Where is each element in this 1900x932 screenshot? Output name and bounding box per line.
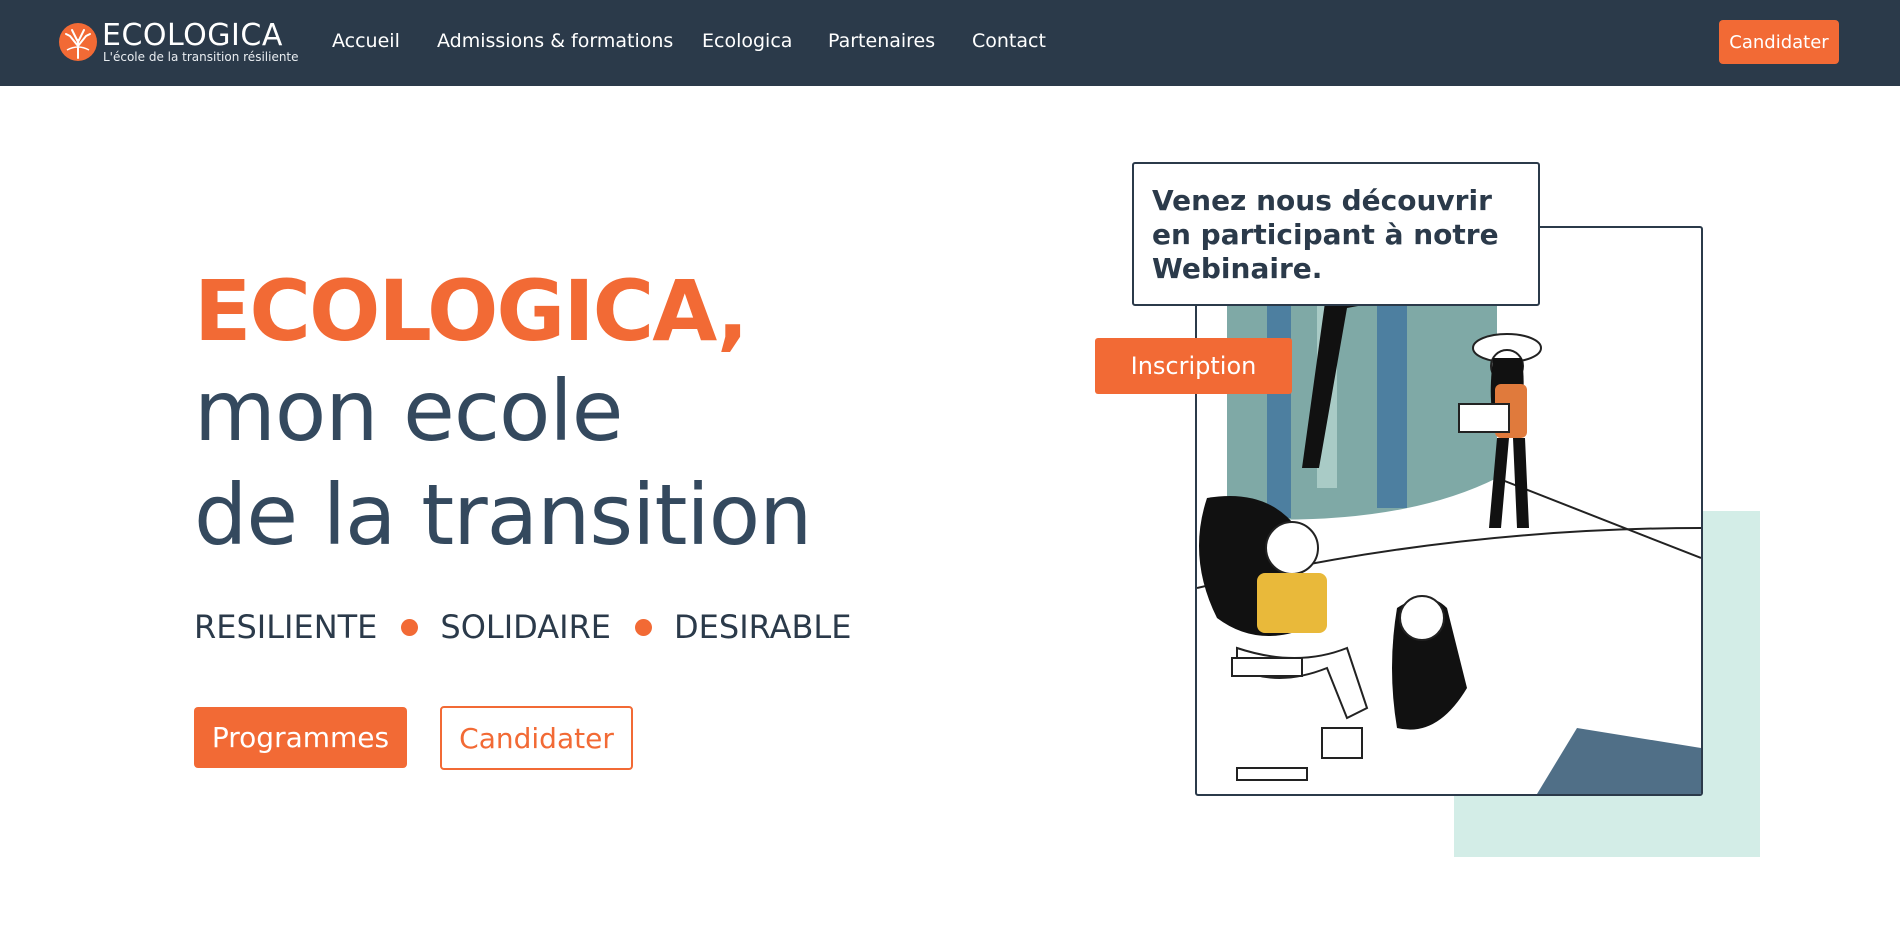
inscription-button[interactable]: Inscription xyxy=(1095,338,1292,394)
hero-subtitle-line-1: mon ecole xyxy=(194,362,623,460)
values-row: RESILIENTE SOLIDAIRE DESIRABLE xyxy=(194,608,851,646)
logo-tagline: L'école de la transition résiliente xyxy=(103,50,299,64)
site-logo[interactable]: ECOLOGICA L'école de la transition résil… xyxy=(58,18,299,66)
candidater-button[interactable]: Candidater xyxy=(440,706,633,770)
value-solidaire: SOLIDAIRE xyxy=(440,608,612,646)
nav-item-contact[interactable]: Contact xyxy=(972,30,1046,52)
tree-logo-icon xyxy=(59,23,97,61)
nav-item-accueil[interactable]: Accueil xyxy=(332,30,400,52)
nav-candidater-button[interactable]: Candidater xyxy=(1719,20,1839,64)
logo-name: ECOLOGICA xyxy=(102,18,283,53)
dot-icon xyxy=(635,618,653,636)
top-navbar: ECOLOGICA L'école de la transition résil… xyxy=(0,0,1900,86)
value-desirable: DESIRABLE xyxy=(674,608,852,646)
programmes-button[interactable]: Programmes xyxy=(194,707,407,768)
nav-item-admissions[interactable]: Admissions & formations xyxy=(437,30,673,52)
nav-item-ecologica[interactable]: Ecologica xyxy=(702,30,792,52)
nav-item-partenaires[interactable]: Partenaires xyxy=(828,30,935,52)
dot-icon xyxy=(401,618,419,636)
webinar-callout: Venez nous découvrir en participant à no… xyxy=(1132,162,1540,306)
hero-subtitle-line-2: de la transition xyxy=(194,466,812,564)
students-illustration xyxy=(1195,226,1703,796)
value-resiliente: RESILIENTE xyxy=(194,608,378,646)
hero-title: ECOLOGICA, xyxy=(194,262,749,360)
